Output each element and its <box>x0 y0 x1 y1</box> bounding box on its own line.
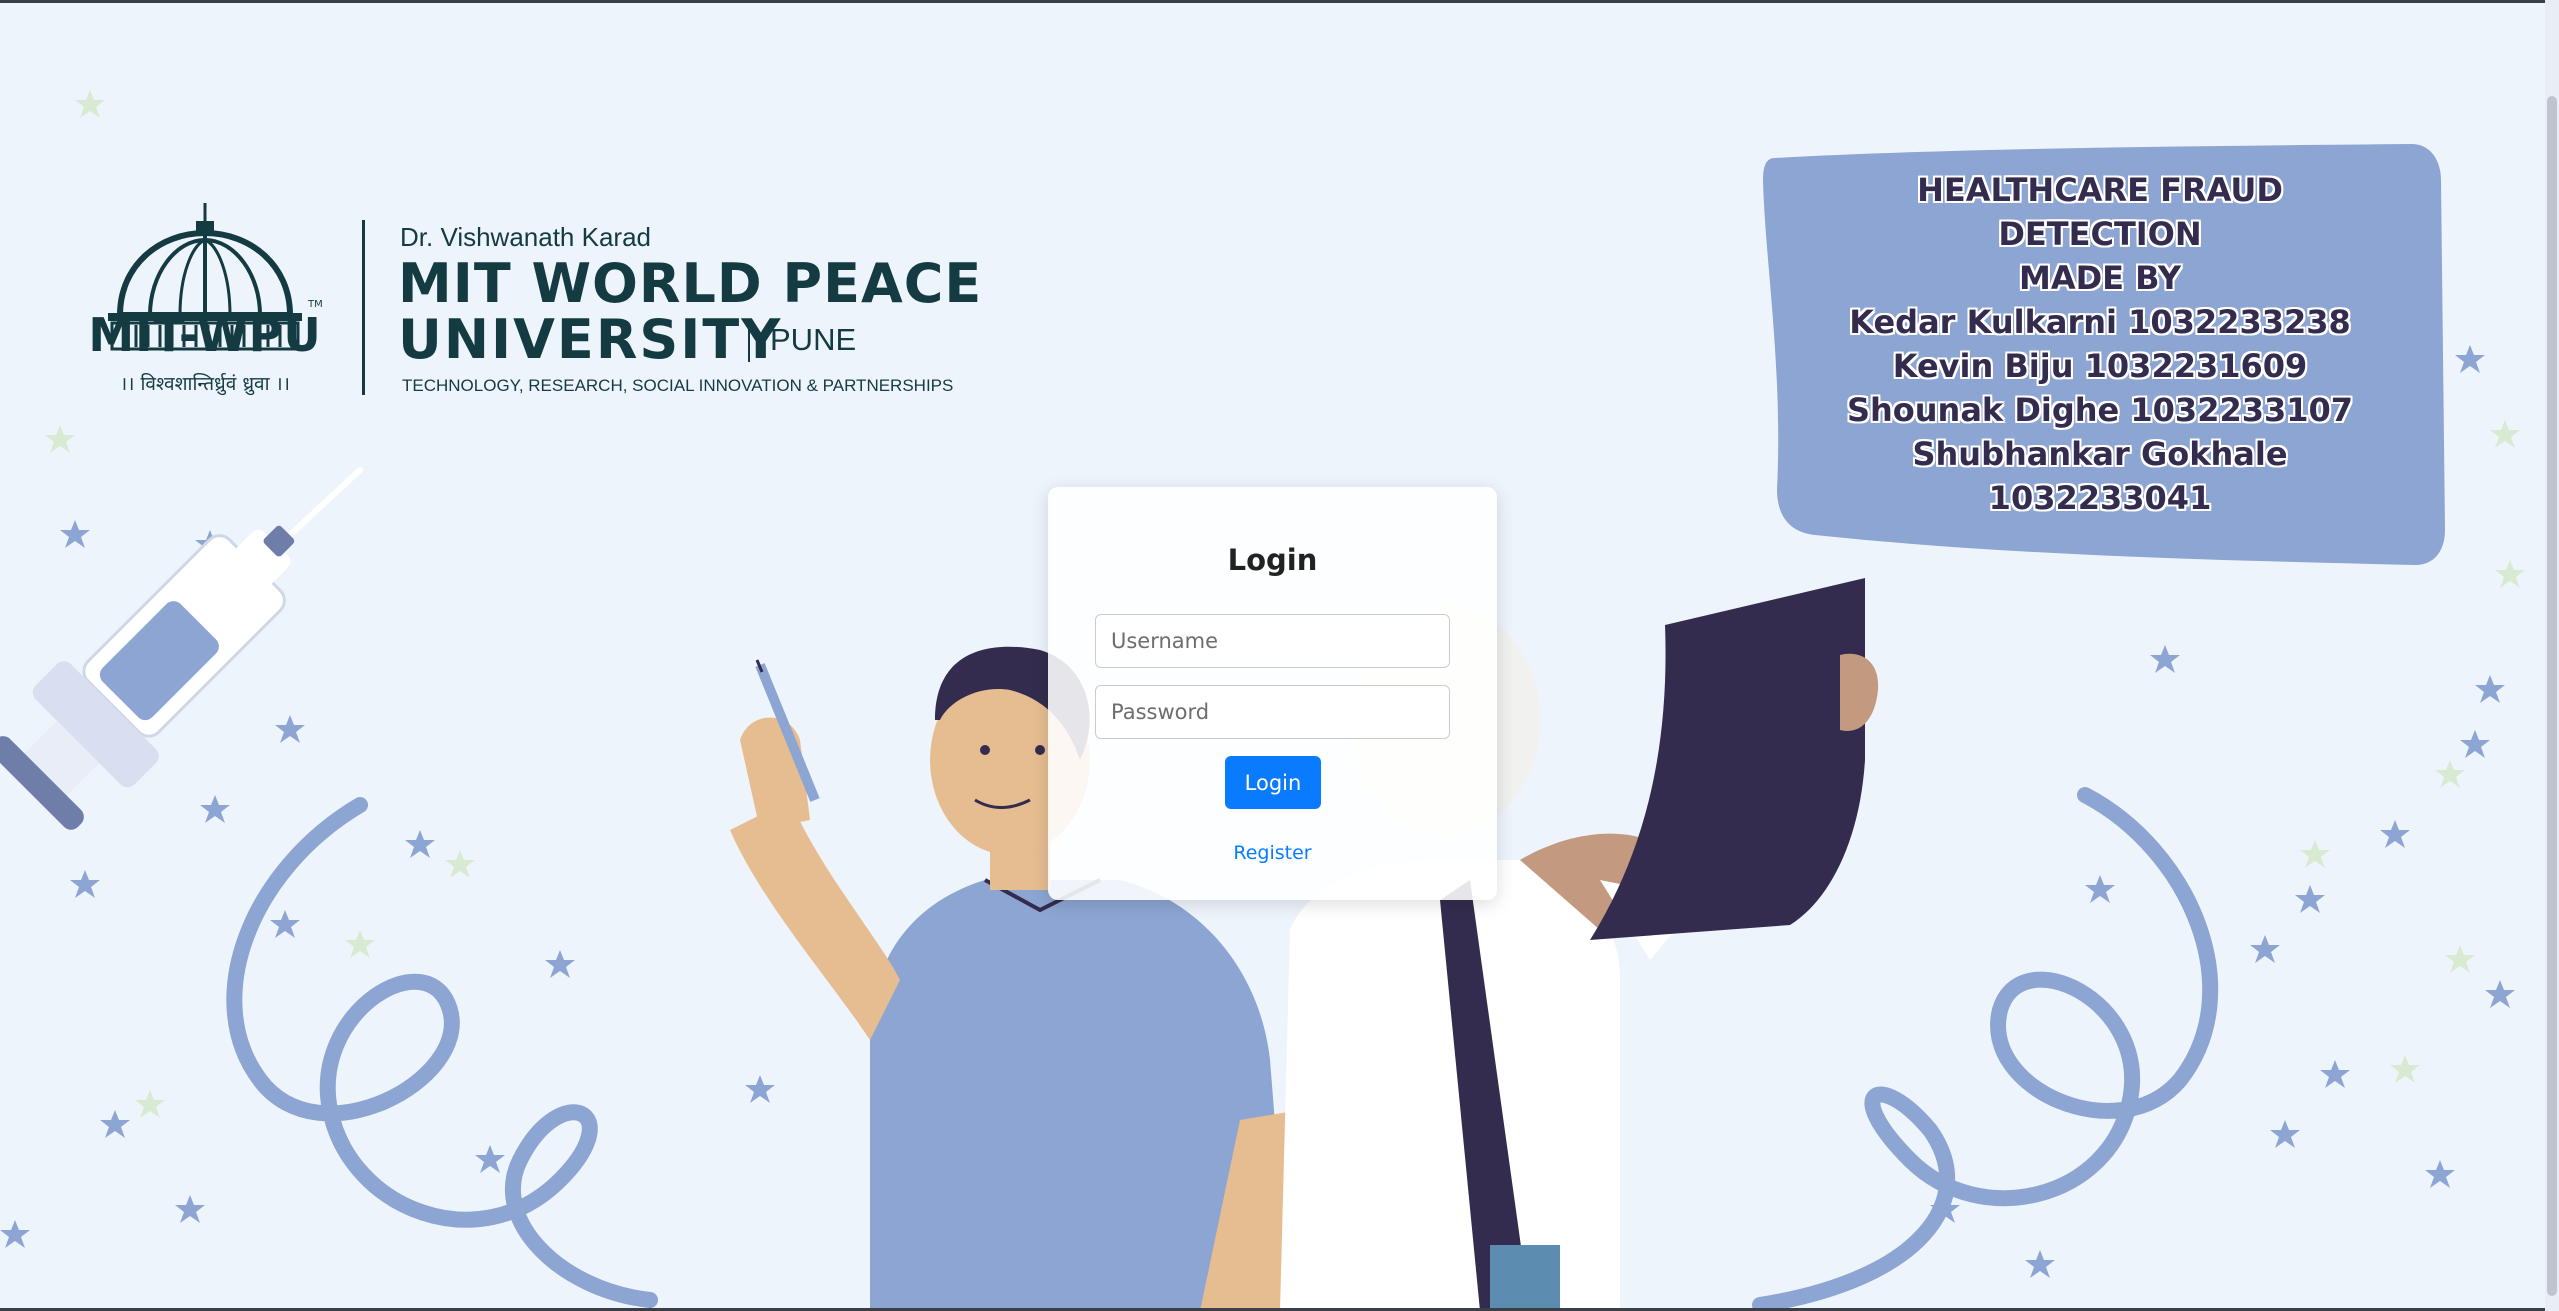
dome-emblem-icon: TM <box>108 203 323 351</box>
username-input[interactable] <box>1095 614 1450 668</box>
banner-line: DETECTION <box>1998 215 2202 253</box>
banner-line: 1032233041 <box>1988 479 2212 517</box>
window-top-border <box>0 0 2559 3</box>
city-separator <box>748 326 750 362</box>
ribbon-left <box>226 797 658 1308</box>
project-info-banner: HEALTHCARE FRAUD DETECTION MADE BY Kedar… <box>1755 140 2445 570</box>
university-logo: TM MIT-WPU ।। विश्वशान्तिर्ध्रुवं ध्रुवा… <box>80 150 981 410</box>
banner-line: MADE BY <box>2019 259 2181 297</box>
banner-line: Shounak Dighe 1032233107 <box>1846 391 2354 429</box>
banner-line: HEALTHCARE FRAUD <box>1917 171 2283 209</box>
banner-line: Kevin Biju 1032231609 <box>1892 347 2308 385</box>
banner-line: Kedar Kulkarni 1032233238 <box>1849 303 2351 341</box>
login-title: Login <box>1227 543 1318 577</box>
banner-line: Shubhankar Gokhale <box>1912 435 2288 473</box>
password-input[interactable] <box>1095 685 1450 739</box>
login-card: Login Login Register <box>1048 487 1497 900</box>
brand-short-name: MIT-WPU <box>88 308 322 362</box>
brand-motto: ।। विश्वशान्तिर्ध्रुवं ध्रुवा ।। <box>120 373 290 395</box>
login-button[interactable]: Login <box>1225 756 1321 809</box>
project-credits: HEALTHCARE FRAUD DETECTION MADE BY Kedar… <box>1755 168 2445 520</box>
university-name-line2: UNIVERSITY <box>398 308 783 371</box>
university-name-line1: MIT WORLD PEACE <box>398 252 983 315</box>
university-tagline: TECHNOLOGY, RESEARCH, SOCIAL INNOVATION … <box>402 376 954 395</box>
vertical-scrollbar[interactable] <box>2545 0 2559 1311</box>
paper-illustration <box>1590 578 1879 940</box>
scrollbar-thumb[interactable] <box>2547 96 2557 1296</box>
syringe-illustration <box>0 467 363 830</box>
register-link[interactable]: Register <box>1048 842 1497 864</box>
logo-divider <box>362 220 365 395</box>
founder-name: Dr. Vishwanath Karad <box>400 222 651 252</box>
university-city: PUNE <box>770 322 857 357</box>
